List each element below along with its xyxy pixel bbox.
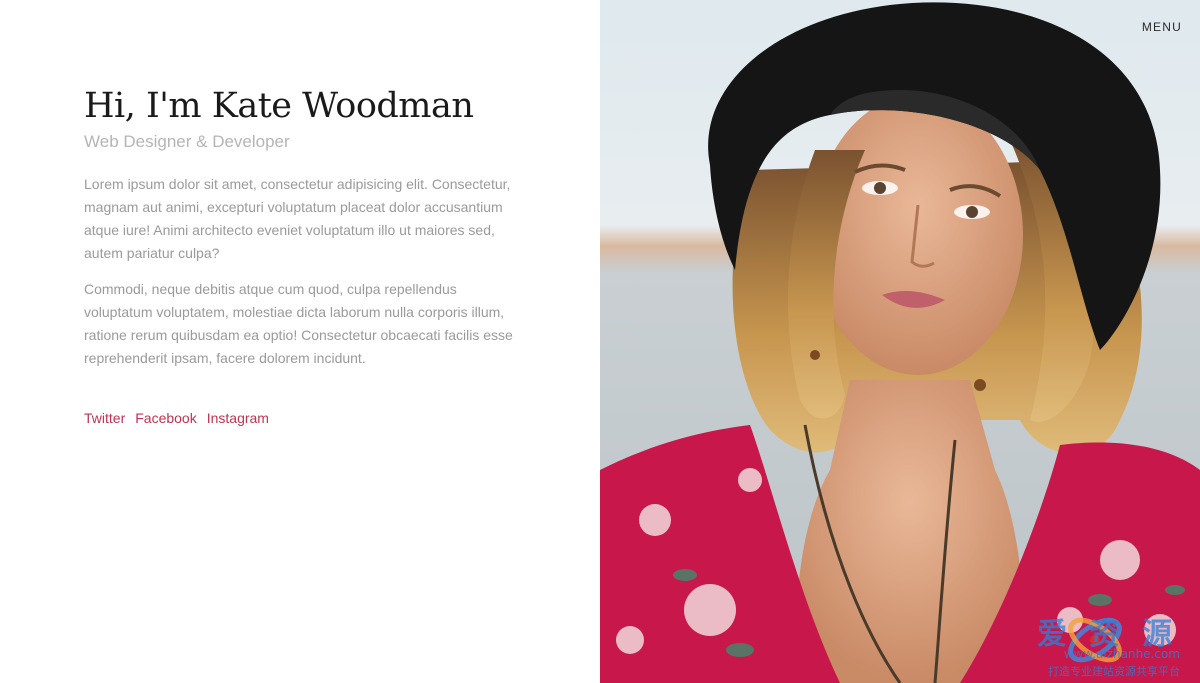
twitter-link[interactable]: Twitter	[84, 409, 125, 427]
social-links: Twitter Facebook Instagram	[84, 409, 269, 427]
bio-paragraph-1: Lorem ipsum dolor sit amet, consectetur …	[84, 176, 511, 261]
instagram-link[interactable]: Instagram	[207, 409, 269, 427]
watermark-logo: 爱 资 源 www.aizhanhe.com 打造专业建站资源共享平台	[950, 603, 1190, 679]
intro-content: Hi, I'm Kate Woodman Web Designer & Deve…	[84, 84, 514, 370]
page-title: Hi, I'm Kate Woodman	[84, 86, 474, 126]
watermark-tagline: 打造专业建站资源共享平台	[1048, 665, 1180, 678]
job-title: Web Designer & Developer	[84, 132, 290, 151]
portrait-photo: MENU 爱 资 源 www.aizhanhe.com 打造专业建站资源共享平台	[600, 0, 1200, 683]
facebook-link[interactable]: Facebook	[135, 409, 196, 427]
intro-panel: Hi, I'm Kate Woodman Web Designer & Deve…	[0, 0, 600, 683]
menu-button[interactable]: MENU	[1142, 20, 1182, 34]
watermark-url: www.aizhanhe.com	[1063, 647, 1180, 661]
bio-paragraph-2: Commodi, neque debitis atque cum quod, c…	[84, 281, 513, 366]
portrait-illustration	[600, 0, 1200, 683]
